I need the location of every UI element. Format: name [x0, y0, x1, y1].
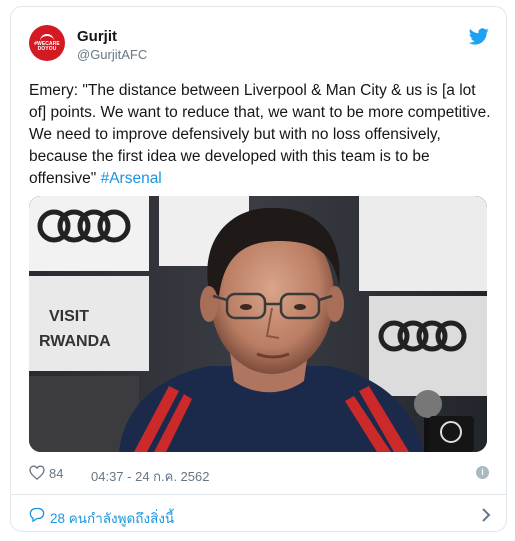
tweet-text: Emery: "The distance between Liverpool &… [29, 80, 495, 190]
hashtag-link[interactable]: #Arsenal [101, 170, 162, 187]
reply-bubble-icon [29, 507, 45, 522]
backdrop-text-visit: VISIT [49, 308, 89, 325]
conversation-link[interactable]: 28 คนกำลังพูดถึงสิ่งนี้ [29, 504, 491, 526]
backdrop-text-rwanda: RWANDA [39, 333, 111, 350]
display-name[interactable]: Gurjit [77, 28, 117, 45]
press-conference-image: VISIT RWANDA [29, 196, 487, 452]
talking-count-label[interactable]: 28 คนกำลังพูดถึงสิ่งนี้ [50, 507, 174, 529]
tweet-body: Emery: "The distance between Liverpool &… [29, 82, 491, 187]
crest-icon [40, 34, 54, 41]
tweet-meta: 84 04:37 - 24 ก.ค. 2562 i [29, 464, 489, 484]
like-count[interactable]: 84 [49, 466, 63, 481]
avatar-text-line2: DOYOU [37, 46, 57, 52]
avatar[interactable]: #WECARE DOYOU [29, 25, 65, 61]
heart-icon[interactable] [29, 465, 45, 480]
twitter-bird-icon[interactable] [469, 28, 489, 45]
timestamp[interactable]: 04:37 - 24 ก.ค. 2562 [91, 466, 209, 487]
divider [11, 494, 506, 495]
tweet-photo[interactable]: VISIT RWANDA [29, 196, 487, 452]
chevron-right-icon[interactable] [481, 507, 491, 523]
tweet-header: #WECARE DOYOU Gurjit @GurjitAFC [29, 25, 489, 65]
user-handle[interactable]: @GurjitAFC [77, 47, 147, 62]
tweet-card[interactable]: #WECARE DOYOU Gurjit @GurjitAFC Emery: "… [10, 6, 507, 532]
info-icon[interactable]: i [476, 466, 489, 479]
